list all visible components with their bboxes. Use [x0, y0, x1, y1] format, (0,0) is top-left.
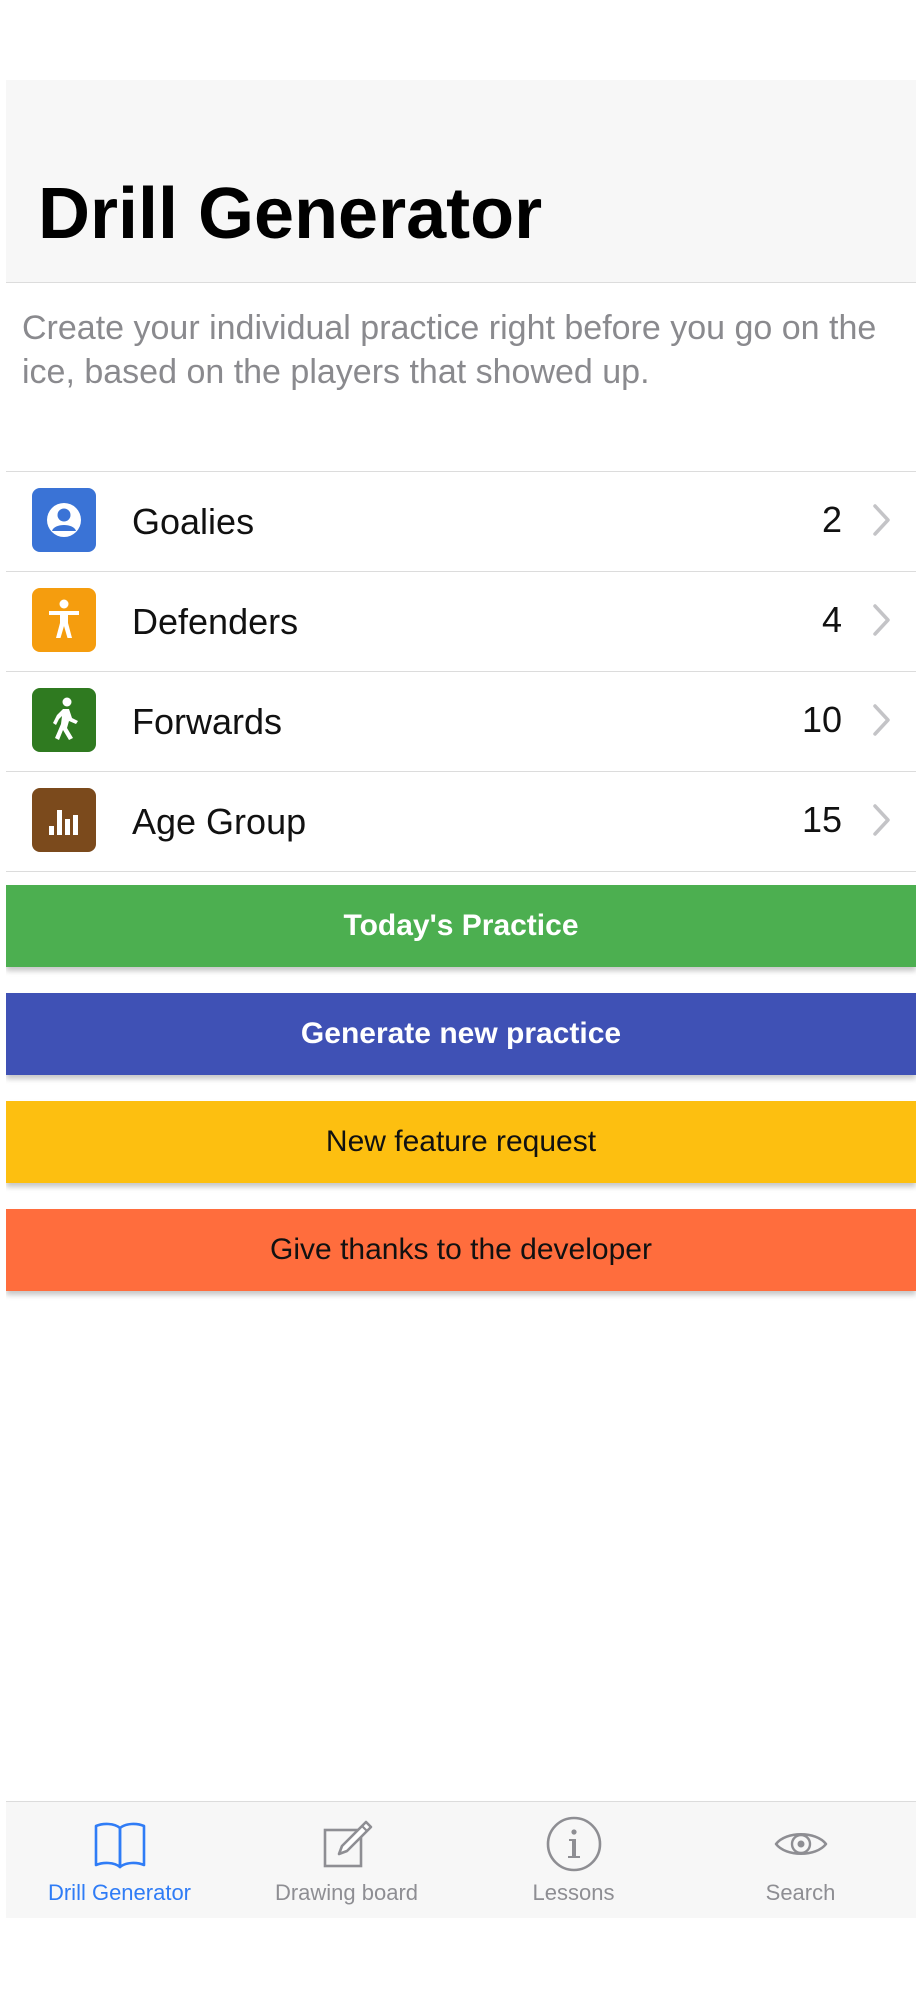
chevron-right-icon	[873, 804, 890, 836]
defenders-value: 4	[821, 599, 842, 640]
player-settings-list: Goalies 2 Defenders 4 Forwards 10 Age Gr…	[6, 471, 916, 872]
chevron-right-icon	[873, 704, 890, 736]
walking-person-icon	[32, 688, 96, 752]
forwards-label: Forwards	[132, 701, 283, 742]
tab-drill-generator[interactable]: Drill Generator	[6, 1802, 233, 1918]
defenders-label: Defenders	[132, 601, 299, 642]
goalies-label: Goalies	[132, 501, 255, 542]
bar-chart-icon	[32, 788, 96, 852]
app-screen: Drill Generator Create your individual p…	[6, 80, 916, 1918]
list-row-age-group[interactable]: Age Group 15	[6, 772, 916, 872]
book-icon	[90, 1814, 150, 1874]
tab-lessons-label: Lessons	[532, 1880, 615, 1905]
accessibility-icon	[32, 588, 96, 652]
list-row-defenders[interactable]: Defenders 4	[6, 572, 916, 672]
age-group-label: Age Group	[132, 801, 307, 842]
goalies-value: 2	[821, 499, 842, 540]
person-circle-icon	[32, 488, 96, 552]
tab-search-label: Search	[765, 1880, 836, 1905]
tab-search[interactable]: Search	[687, 1802, 914, 1918]
eye-icon	[771, 1814, 831, 1874]
list-row-forwards[interactable]: Forwards 10	[6, 672, 916, 772]
tab-drawing-board-label: Drawing board	[274, 1880, 419, 1905]
list-row-goalies[interactable]: Goalies 2	[6, 472, 916, 572]
new-feature-request-button[interactable]: New feature request	[6, 1101, 916, 1183]
todays-practice-button[interactable]: Today's Practice	[6, 885, 916, 967]
give-thanks-button[interactable]: Give thanks to the developer	[6, 1209, 916, 1291]
chevron-right-icon	[873, 604, 890, 636]
compose-icon	[317, 1814, 377, 1874]
tab-bar: Drill Generator Drawing board Lessons Se…	[6, 1801, 916, 1918]
chevron-right-icon	[873, 504, 890, 536]
intro-description: Create your individual practice right be…	[22, 309, 877, 391]
page-title: Drill Generator	[38, 174, 543, 254]
age-group-value: 15	[801, 799, 842, 840]
forwards-value: 10	[801, 699, 842, 740]
navigation-bar: Drill Generator	[6, 80, 916, 283]
info-icon	[544, 1814, 604, 1874]
tab-drill-generator-label: Drill Generator	[47, 1880, 192, 1905]
generate-new-practice-button[interactable]: Generate new practice	[6, 993, 916, 1075]
tab-lessons[interactable]: Lessons	[460, 1802, 687, 1918]
tab-drawing-board[interactable]: Drawing board	[233, 1802, 460, 1918]
